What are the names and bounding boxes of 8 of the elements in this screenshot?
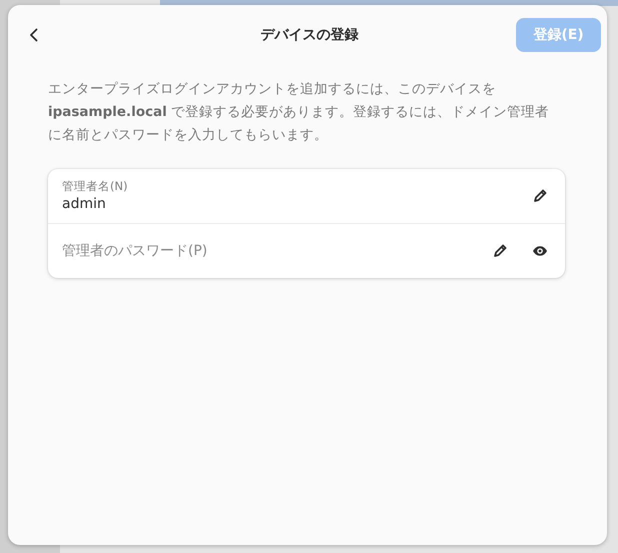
description-text: エンタープライズログインアカウントを追加するには、このデバイスを ipasample.local で登録する必要があります。登録するには、ドメイン管理者に名前とパスワードを入力してもらいます。: [48, 80, 550, 145]
field-label: 管理者名(N): [62, 178, 129, 194]
dialog-title: デバイスの登録: [260, 26, 358, 44]
password-field[interactable]: 管理者のパスワード(P): [62, 240, 473, 262]
edit-icon: [532, 188, 548, 204]
username-field[interactable]: admin: [62, 194, 513, 214]
show-password-icon: [532, 243, 548, 259]
edit-icon: [492, 243, 508, 259]
